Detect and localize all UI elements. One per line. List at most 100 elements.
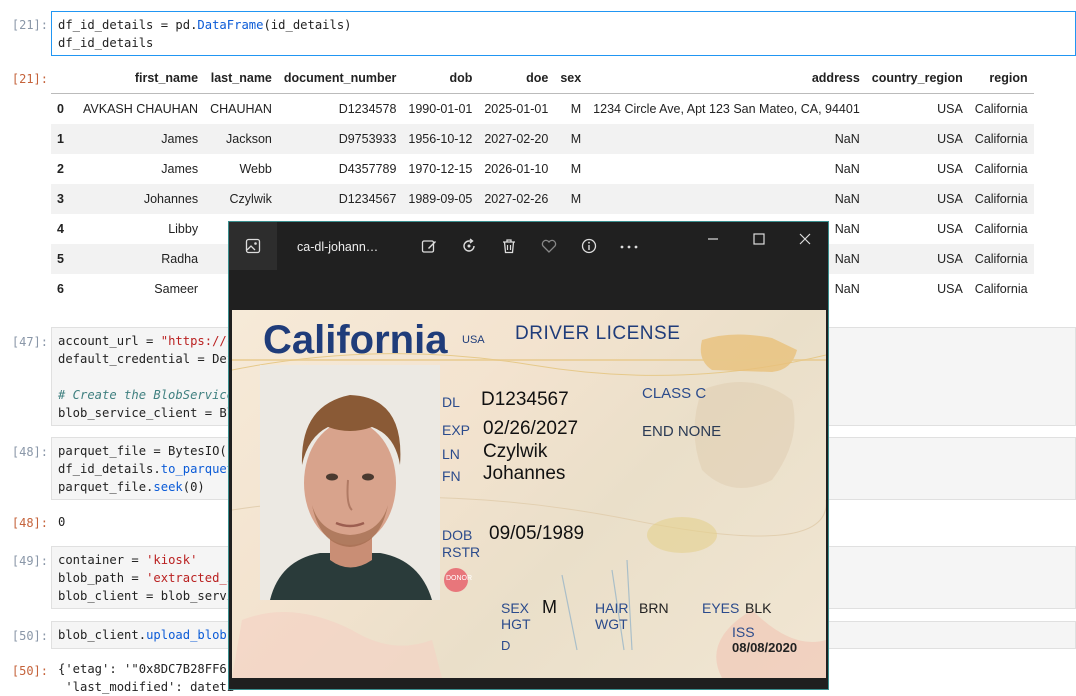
favorite-icon[interactable] [541,238,557,254]
ln-value: Czylwik [483,441,548,462]
cell-region: California [974,132,1028,146]
cell-first-name: James [161,162,199,176]
license-photo [260,365,440,600]
cell-region: California [974,192,1028,206]
sex-value: M [542,597,557,617]
d-label: D [501,638,511,653]
row-index: 1 [57,132,64,146]
cell-sex: M [570,132,582,146]
cell-last-name: CHAUHAN [210,102,272,116]
image-tab[interactable] [229,222,277,270]
output-prompt: [21]: [11,72,48,86]
cell-document-number: D1234578 [338,102,397,116]
fn-value: Johannes [483,463,566,484]
cell-country-region: USA [937,282,963,296]
cell-prompt: [49]: [11,554,48,568]
output-prompt: [50]: [11,664,48,678]
column-header: first_name [77,63,205,94]
cell-country-region: USA [937,222,963,236]
cell-sex: M [570,102,582,116]
dl-label: DL [442,394,460,410]
minimize-icon[interactable] [706,232,720,246]
dob-value: 09/05/1989 [489,523,585,544]
eyes-value: BLK [745,600,772,616]
iss-value: 08/08/2020 [732,640,798,655]
portrait [260,365,440,600]
table-row: 2 James Webb D4357789 1970-12-15 2026-01-10 M N… [51,154,1034,184]
cell-country-region: USA [937,252,963,266]
exp-value: 02/26/2027 [483,418,579,439]
column-header: address [587,63,866,94]
wgt-label: WGT [595,616,628,632]
sex-label: SEX [501,600,530,616]
cell-region: California [974,252,1028,266]
cell-address: NaN [834,162,860,176]
table-row: 0 AVKASH CHAUHAN CHAUHAN D1234578 1990-01-01… [51,94,1034,125]
close-icon[interactable] [798,232,812,246]
cell-first-name: Johannes [143,192,199,206]
delete-icon[interactable] [501,238,517,254]
more-icon[interactable] [619,239,639,255]
cell-dob: 1956-10-12 [408,132,473,146]
code-cell[interactable]: df_id_details = pd.DataFrame(id_details)… [51,11,1076,56]
cell-region: California [974,102,1028,116]
cell-address: NaN [834,132,860,146]
column-header: sex [554,63,588,94]
cell-doe: 2026-01-10 [484,162,549,176]
row-index: 3 [57,192,64,206]
cell-document-number: D9753933 [338,132,397,146]
column-header: country_region [865,63,969,94]
cell-country-region: USA [937,102,963,116]
cell-region: California [974,162,1028,176]
hair-value: BRN [639,600,669,616]
hgt-label: HGT [501,616,531,632]
column-header: doe [478,63,555,94]
cell-doe: 2027-02-26 [484,192,549,206]
cell-last-name: Czylwik [229,192,272,206]
cell-sex: M [570,192,582,206]
viewer-toolbar: ca-dl-johann… [229,222,828,310]
cell-first-name: Libby [168,222,199,236]
driver-license-image: California USA DRIVER LICENSE DL D123456… [232,310,826,678]
cell-region: California [974,222,1028,236]
cell-last-name: Jackson [226,132,272,146]
rotate-icon[interactable] [461,238,477,254]
photo-viewer-window[interactable]: ca-dl-johann… California USA DRIVER LICE… [228,221,829,690]
column-header: dob [402,63,479,94]
cell-first-name: AVKASH CHAUHAN [83,102,199,116]
cell-country-region: USA [937,162,963,176]
end-label: END NONE [642,423,722,440]
license-state: California [263,318,448,362]
table-row: 3 Johannes Czylwik D1234567 1989-09-05 2027-0… [51,184,1034,214]
eyes-label: EYES [702,600,740,616]
cell-prompt: [48]: [11,445,48,459]
iss-label: ISS [732,624,755,640]
cell-prompt: [47]: [11,335,48,349]
cell-prompt: [50]: [11,629,48,643]
row-index: 6 [57,282,64,296]
info-icon[interactable] [581,238,597,254]
cell-country-region: USA [937,192,963,206]
cell-document-number: D1234567 [338,192,397,206]
viewer-title: ca-dl-johann… [297,240,379,254]
row-index: 0 [57,102,64,116]
column-header: region [968,63,1034,94]
license-heading: DRIVER LICENSE [515,323,681,344]
edit-image-icon[interactable] [421,238,437,254]
output-prompt: [48]: [11,516,48,530]
cell-first-name: Radha [161,252,199,266]
cell-last-name: Webb [239,162,272,176]
cell-dob: 1989-09-05 [408,192,473,206]
dl-value: D1234567 [481,389,569,410]
table-header-row: first_name last_name document_number dob… [51,63,1034,94]
table-row: 1 James Jackson D9753933 1956-10-12 2027-02-2… [51,124,1034,154]
cell-document-number: D4357789 [338,162,397,176]
rstr-label: RSTR [442,544,481,560]
cell-dob: 1970-12-15 [408,162,473,176]
cell-address: NaN [834,192,860,206]
ln-label: LN [442,446,460,462]
cell-first-name: Sameer [154,282,199,296]
cell-prompt: [21]: [11,18,48,32]
maximize-icon[interactable] [752,232,766,246]
cell-doe: 2025-01-01 [484,102,549,116]
